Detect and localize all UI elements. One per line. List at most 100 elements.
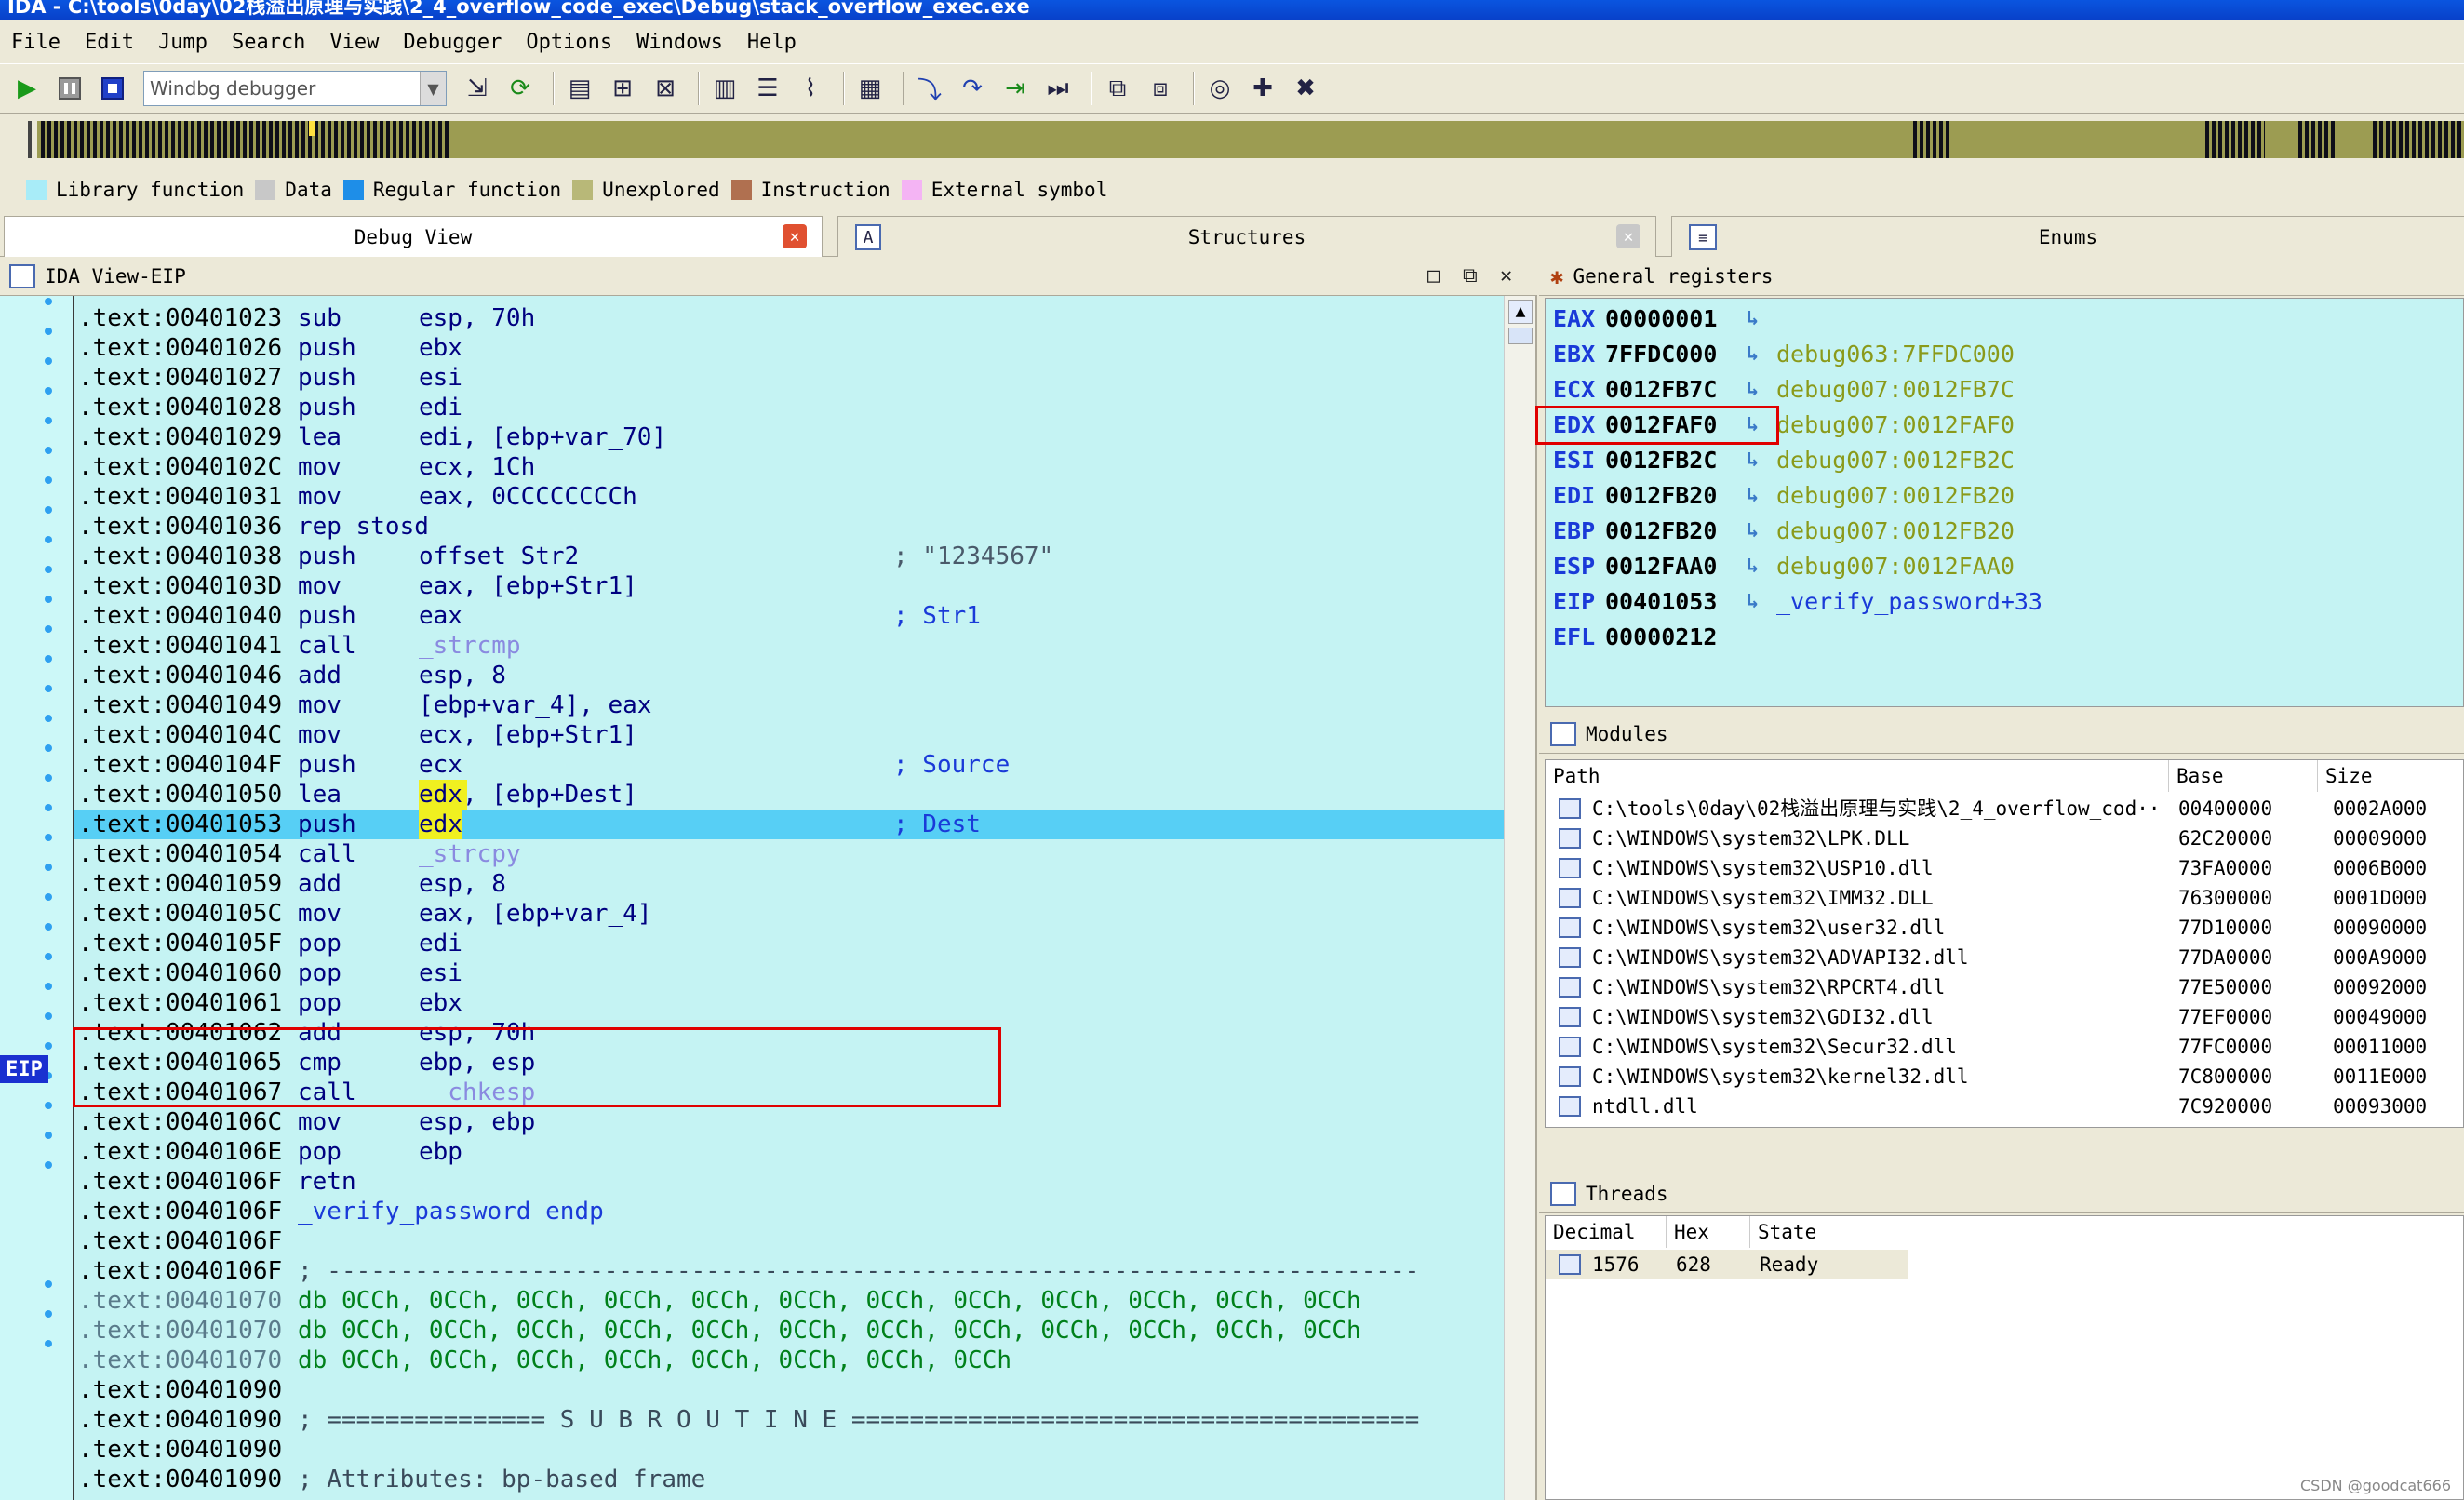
register-target[interactable]: debug007:0012FAF0 [1776,408,2015,442]
module-row[interactable]: C:\WINDOWS\system32\Secur32.dll 77FC0000 0… [1546,1032,2464,1062]
register-value[interactable]: 7FFDC000 [1605,338,1717,371]
restore-icon[interactable]: ⧉ [1463,264,1478,288]
disasm-window-icon[interactable]: ▥ [707,71,743,106]
code-line[interactable]: .text:00401070 db 0CCh, 0CCh, 0CCh, 0CCh,… [74,1346,1504,1375]
threads-window-icon[interactable]: ⧉ [1100,71,1135,106]
module-row[interactable]: C:\WINDOWS\system32\kernel32.dll 7C800000… [1546,1062,2464,1092]
code-line[interactable]: .text:00401090 [74,1435,1504,1465]
breakpoint-dot[interactable] [45,983,52,990]
code-gutter[interactable] [0,296,73,1500]
code-line[interactable]: .text:00401090 ; =============== S U B R … [74,1405,1504,1435]
register-row[interactable]: EBX 7FFDC000 ↳ debug063:7FFDC000 [1553,338,2015,371]
breakpoint-dot[interactable] [45,953,52,960]
code-line[interactable]: .text:00401060 pop esi [74,958,1504,988]
breakpoint-dot[interactable] [45,1280,52,1288]
code-line[interactable]: .text:0040106C mov esp, ebp [74,1107,1504,1137]
register-target[interactable]: debug007:0012FAA0 [1776,550,2015,583]
code-line[interactable]: .text:00401026 push ebx [74,333,1504,363]
jump-arrow-icon[interactable]: ↳ [1747,373,1759,407]
menu-jump[interactable]: Jump [158,31,208,54]
trace-icon[interactable]: ⌇ [793,71,828,106]
col-path[interactable]: Path [1546,760,2169,792]
breakpoint-dot[interactable] [45,893,52,901]
code-line[interactable]: .text:00401041 call _strcmp [74,631,1504,661]
register-value[interactable]: 00000212 [1605,621,1717,654]
code-line[interactable]: .text:0040104F push ecx ; Source [74,750,1504,780]
breakpoint-dot[interactable] [45,744,52,752]
breakpoint-dot[interactable] [45,536,52,543]
code-line[interactable]: .text:00401090 ; Attributes: bp-based fra… [74,1465,1504,1494]
register-row[interactable]: EAX 00000001 ↳ [1553,302,1759,336]
breakpoint-dot[interactable] [45,1132,52,1139]
code-line[interactable]: .text:00401038 push offset Str2 ; "1234567" [74,542,1504,571]
chevron-down-icon[interactable]: ▼ [420,72,446,105]
stop-icon[interactable] [95,71,130,106]
module-row[interactable]: C:\WINDOWS\system32\user32.dll 77D10000 00… [1546,913,2464,943]
register-row[interactable]: EFL 00000212 [1553,621,1717,654]
jump-arrow-icon[interactable]: ↳ [1747,444,1759,477]
register-target[interactable]: debug007:0012FB20 [1776,479,2015,513]
register-value[interactable]: 0012FB7C [1605,373,1717,407]
code-line[interactable]: .text:0040102C mov ecx, 1Ch [74,452,1504,482]
code-line[interactable]: .text:0040103D mov eax, [ebp+Str1] [74,571,1504,601]
menu-debugger[interactable]: Debugger [403,31,502,54]
breakpoint-dot[interactable] [45,1310,52,1318]
module-row[interactable]: C:\WINDOWS\system32\USP10.dll 73FA0000 000… [1546,853,2464,883]
module-row[interactable]: C:\WINDOWS\system32\LPK.DLL 62C20000 00009… [1546,824,2464,853]
register-value[interactable]: 00401053 [1605,585,1717,619]
menu-file[interactable]: File [11,31,60,54]
code-line[interactable]: .text:0040106E pop ebp [74,1137,1504,1167]
module-row[interactable]: ntdll.dll 7C920000 00093000 [1546,1092,2464,1121]
breakpoint-dot[interactable] [45,417,52,424]
vertical-scrollbar[interactable]: ▲ [1504,296,1535,1500]
close-icon[interactable]: ✕ [783,224,807,248]
close-icon[interactable]: ✕ [1500,264,1512,288]
jump-arrow-icon[interactable]: ↳ [1747,302,1759,336]
jump-arrow-icon[interactable]: ↳ [1747,585,1759,619]
disassembly-listing[interactable]: .text:00401023 sub esp, 70h .text:00401026 p… [73,296,1504,1500]
maximize-icon[interactable]: □ [1427,264,1440,288]
threads-table[interactable]: Decimal Hex State 1576 628 Ready [1545,1215,2464,1500]
code-line[interactable]: .text:00401031 mov eax, 0CCCCCCCCh [74,482,1504,512]
thread-row[interactable]: 1576 628 Ready [1546,1250,1908,1279]
step-list-icon[interactable]: ☰ [750,71,785,106]
add-watch-icon[interactable]: ✚ [1245,71,1280,106]
breakpoint-dot[interactable] [45,774,52,782]
step-over-icon[interactable]: ↷ [955,71,990,106]
breakpoint-dot[interactable] [45,1161,52,1169]
jump-arrow-icon[interactable]: ↳ [1747,515,1759,548]
breakpoint-dot[interactable] [45,596,52,603]
register-value[interactable]: 0012FAA0 [1605,550,1717,583]
register-target[interactable]: debug007:0012FB20 [1776,515,2015,548]
code-line[interactable]: .text:00401027 push esi [74,363,1504,393]
code-line[interactable]: .text:00401040 push eax ; Str1 [74,601,1504,631]
register-value[interactable]: 0012FB20 [1605,479,1717,513]
tab-structures[interactable]: A Structures ✕ [837,216,1656,257]
modules-window-icon[interactable]: ⧈ [1143,71,1178,106]
close-icon[interactable]: ✕ [1616,224,1640,248]
delete-watch-icon[interactable]: ✖ [1288,71,1323,106]
breakpoint-dot[interactable] [45,1042,52,1050]
code-line[interactable]: .text:00401061 pop ebx [74,988,1504,1018]
code-line[interactable]: .text:00401049 mov [ebp+var_4], eax [74,690,1504,720]
tab-enums[interactable]: ≡ Enums [1671,216,2464,257]
code-line[interactable]: .text:00401070 db 0CCh, 0CCh, 0CCh, 0CCh,… [74,1286,1504,1316]
watch-icon[interactable]: ◎ [1202,71,1238,106]
breakpoint-dot[interactable] [45,685,52,692]
code-line[interactable]: .text:00401059 add esp, 8 [74,869,1504,899]
menu-options[interactable]: Options [526,31,612,54]
code-line[interactable]: .text:00401046 add esp, 8 [74,661,1504,690]
delete-breakpoint-icon[interactable]: ⊠ [648,71,683,106]
code-line[interactable]: .text:0040106F retn [74,1167,1504,1197]
col-decimal[interactable]: Decimal [1546,1216,1667,1248]
code-line[interactable]: .text:00401028 push edi [74,393,1504,422]
register-row[interactable]: ECX 0012FB7C ↳ debug007:0012FB7C [1553,373,2015,407]
jump-arrow-icon[interactable]: ↳ [1747,338,1759,371]
menu-search[interactable]: Search [232,31,305,54]
code-line[interactable]: .text:0040106F ; ------------------------… [74,1256,1504,1286]
play-icon[interactable]: ▶ [9,71,45,106]
menu-view[interactable]: View [329,31,379,54]
breakpoint-dot[interactable] [45,655,52,663]
run-until-return-icon[interactable]: ⏭ [1040,71,1076,106]
breakpoint-dot[interactable] [45,864,52,871]
